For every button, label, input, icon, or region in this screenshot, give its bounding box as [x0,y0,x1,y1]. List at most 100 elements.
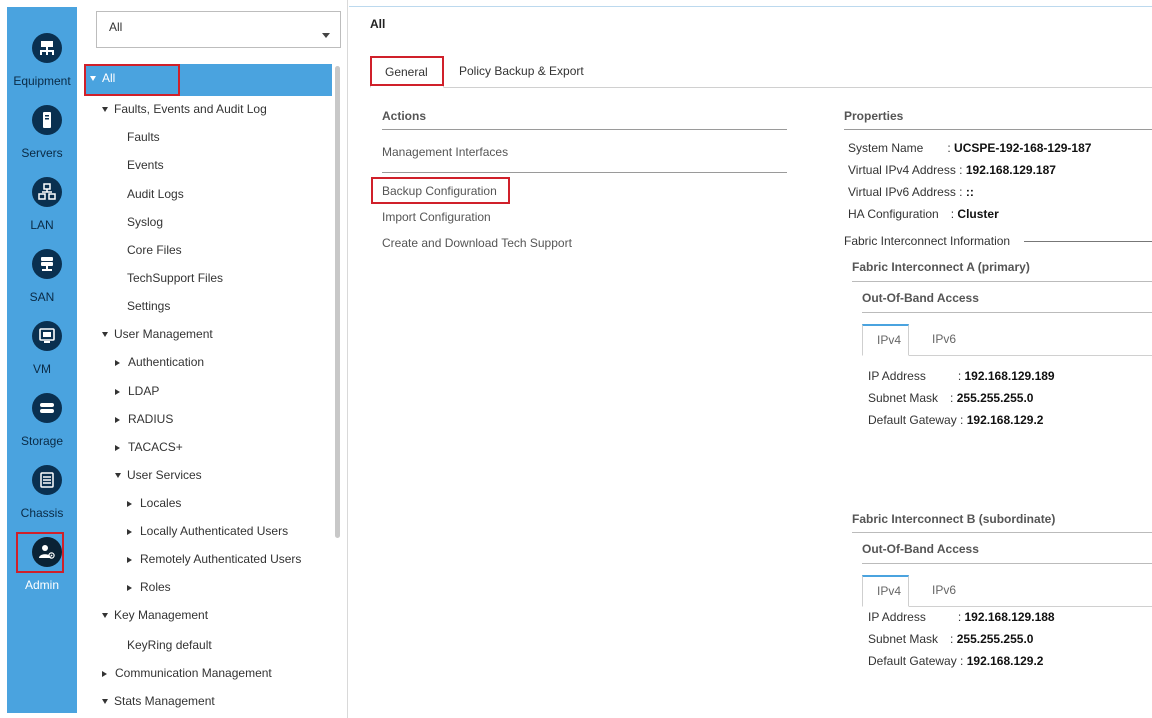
fi-b-oob-title: Out-Of-Band Access [862,542,979,556]
tree-item-label: TechSupport Files [127,271,224,285]
header-divider [349,6,1152,7]
management-interfaces-link[interactable]: Management Interfaces [382,145,508,159]
ha-configuration-row: HA Configuration: Cluster [848,207,999,221]
fi-a-title: Fabric Interconnect A (primary) [852,260,1030,274]
tree-item-label: Locally Authenticated Users [140,524,289,538]
tree-item-keyring-default[interactable]: KeyRing default [127,638,212,652]
tree-item-settings[interactable]: Settings [127,299,170,313]
tree-filter-select[interactable]: All [96,11,341,48]
tab-policy-backup-export[interactable]: Policy Backup & Export [459,64,584,78]
tree-item-techsupport-files[interactable]: TechSupport Files [127,271,223,285]
tree-item-roles[interactable]: Roles [127,580,171,594]
fi-b-tab-ipv6[interactable]: IPv6 [932,583,956,597]
virtual-ipv6-label: Virtual IPv6 Address : [848,185,963,199]
virtual-ipv6-row: Virtual IPv6 Address : :: [848,185,974,199]
tree-item-label: Faults, Events and Audit Log [114,102,267,116]
tree-item-tacacs[interactable]: TACACS+ [115,440,183,454]
fi-a-ip-label: IP Address [868,369,926,383]
tree-item-events[interactable]: Events [127,158,164,172]
tree-item-faults[interactable]: Faults [127,130,160,144]
tree-item-stats-management[interactable]: Stats Management [102,694,215,708]
expanded-icon [102,107,108,112]
tree-item-radius[interactable]: RADIUS [115,412,173,426]
storage-icon [32,393,62,423]
fi-a-mask-label: Subnet Mask [868,391,939,405]
nav-item-storage[interactable]: Storage [7,391,77,455]
tree-item-locally-authenticated-users[interactable]: Locally Authenticated Users [127,524,288,538]
expanded-icon [102,699,108,704]
collapsed-icon [102,671,107,677]
highlight-box [371,177,510,204]
actions-divider [382,129,787,130]
fi-a-ip-row: IP Address: 192.168.129.189 [868,369,1055,383]
fi-a-tab-ipv4[interactable]: IPv4 [862,324,909,356]
tree-item-key-management[interactable]: Key Management [102,608,208,622]
nav-item-chassis[interactable]: Chassis [7,463,77,527]
properties-title: Properties [844,109,904,123]
tree-item-core-files[interactable]: Core Files [127,243,182,257]
create-download-tech-support-link[interactable]: Create and Download Tech Support [382,236,572,250]
nav-item-label: Equipment [13,74,71,88]
tree-item-label: Authentication [128,355,205,369]
system-name-row: System Name: UCSPE-192-168-129-187 [848,141,1092,155]
tree-item-authentication[interactable]: Authentication [115,355,204,369]
equipment-icon [32,33,62,63]
tree-item-label: KeyRing default [127,638,212,652]
tree-item-locales[interactable]: Locales [127,496,181,510]
ha-configuration-label: HA Configuration [848,207,939,221]
highlight-box [370,56,444,86]
tree-filter-value: All [109,20,123,34]
tree-item-communication-management[interactable]: Communication Management [102,666,272,680]
nav-item-label: Admin [24,578,59,592]
tree-item-label: Audit Logs [127,187,184,201]
collapsed-icon [115,360,120,366]
tree-item-label: Communication Management [115,666,272,680]
nav-item-label: Servers [21,146,63,160]
fi-b-mask-label: Subnet Mask [868,632,939,646]
tree-item-label: LDAP [128,384,160,398]
nav-item-servers[interactable]: Servers [7,103,77,167]
tree-item-label: Stats Management [114,694,215,708]
fi-a-oob-divider [862,312,1152,313]
tree-item-user-management[interactable]: User Management [102,327,213,341]
server-icon [32,105,62,135]
fi-a-mask-value: 255.255.255.0 [956,391,1034,405]
tree-item-user-services[interactable]: User Services [115,468,202,482]
tree-item-ldap[interactable]: LDAP [115,384,159,398]
tree-item-audit-logs[interactable]: Audit Logs [127,187,184,201]
lan-icon [32,177,62,207]
import-configuration-link[interactable]: Import Configuration [382,210,491,224]
expanded-icon [115,473,121,478]
vm-icon [32,321,62,351]
nav-item-label: LAN [30,218,54,232]
fi-b-ip-label: IP Address [868,610,926,624]
fi-b-title: Fabric Interconnect B (subordinate) [852,512,1056,526]
highlight-box [16,532,64,573]
tree-scrollbar[interactable] [335,66,340,538]
tree-item-syslog[interactable]: Syslog [127,215,163,229]
virtual-ipv4-row: Virtual IPv4 Address : 192.168.129.187 [848,163,1056,177]
fi-b-gateway-row: Default Gateway : 192.168.129.2 [868,654,1043,668]
fi-a-tab-ipv6[interactable]: IPv6 [932,332,956,346]
tree-item-remotely-authenticated-users[interactable]: Remotely Authenticated Users [127,552,301,566]
fi-b-tab-ipv4[interactable]: IPv4 [862,575,909,607]
tree-item-label: Syslog [127,215,164,229]
tree-item-label: User Management [114,327,213,341]
properties-divider [844,129,1152,130]
tree-item-faults-events-audit[interactable]: Faults, Events and Audit Log [102,102,267,116]
highlight-box [84,64,180,96]
tabs-divider [370,87,1152,88]
virtual-ipv6-value: :: [965,185,974,199]
system-name-value: UCSPE-192-168-129-187 [954,141,1092,155]
nav-item-equipment[interactable]: Equipment [7,31,77,95]
nav-rail-background: Equipment Servers LAN SAN VM Storage Cha… [7,7,77,713]
fi-a-ip-value: 192.168.129.189 [964,369,1055,383]
nav-item-vm[interactable]: VM [7,319,77,383]
nav-item-lan[interactable]: LAN [7,175,77,239]
fi-b-gateway-label: Default Gateway : [868,654,964,668]
fi-a-mask-row: Subnet Mask: 255.255.255.0 [868,391,1034,405]
fi-a-divider [852,281,1152,282]
ha-configuration-value: Cluster [957,207,999,221]
nav-rail: Equipment Servers LAN SAN VM Storage Cha… [0,0,77,718]
nav-item-san[interactable]: SAN [7,247,77,311]
